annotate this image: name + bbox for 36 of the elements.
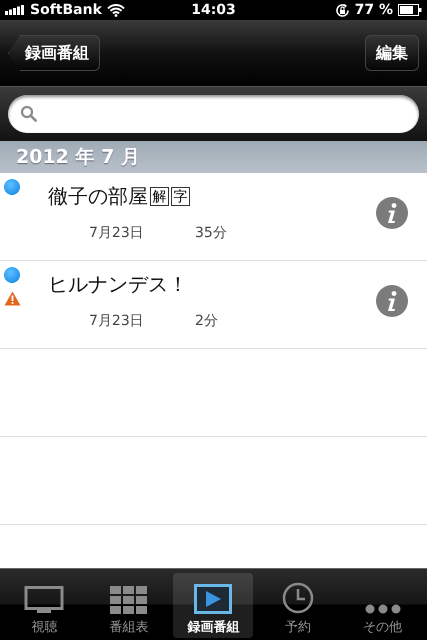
recording-date: 7月23日 (89, 224, 145, 242)
broadcast-mark: 字 (171, 187, 190, 206)
info-button[interactable] (376, 285, 408, 317)
carrier-name: SoftBank (30, 2, 102, 18)
battery-percent: 77 % (354, 2, 393, 18)
signal-icon (5, 5, 25, 15)
recording-date: 7月23日 (89, 312, 145, 330)
broadcast-mark: 解 (150, 187, 169, 206)
tab-item[interactable]: 予約 (258, 573, 338, 638)
rotation-lock-icon (334, 2, 350, 18)
wifi-icon (106, 4, 125, 16)
recording-title: 徹子の部屋 (48, 183, 148, 210)
play-icon (194, 584, 232, 614)
edit-button[interactable]: 編集 (365, 35, 419, 71)
recording-title: ヒルナンデス！ (48, 271, 188, 298)
battery-icon (398, 4, 422, 16)
tab-item[interactable]: 録画番組 (173, 573, 254, 638)
more-icon (364, 604, 401, 614)
section-title: 2012 年 7 月 (16, 145, 140, 170)
grid-icon (110, 586, 148, 614)
info-icon (376, 197, 408, 229)
clock-icon (282, 582, 314, 614)
search-icon (20, 105, 38, 123)
tv-icon (24, 586, 64, 614)
recording-duration: 2分 (195, 312, 218, 330)
tab-item[interactable]: 番組表 (88, 573, 169, 638)
info-button[interactable] (376, 197, 408, 229)
clock-time: 14:03 (191, 2, 236, 18)
recording-row[interactable]: 徹子の部屋 解 字 7月23日 35分 (0, 173, 427, 261)
recording-row[interactable]: ヒルナンデス！ 7月23日 2分 (0, 261, 427, 349)
back-button[interactable]: 録画番組 (8, 35, 100, 71)
tab-item[interactable]: 視聴 (4, 573, 84, 638)
recording-duration: 35分 (195, 224, 227, 242)
tab-item[interactable]: その他 (342, 573, 423, 638)
info-icon (376, 285, 408, 317)
search-field[interactable] (8, 95, 419, 133)
